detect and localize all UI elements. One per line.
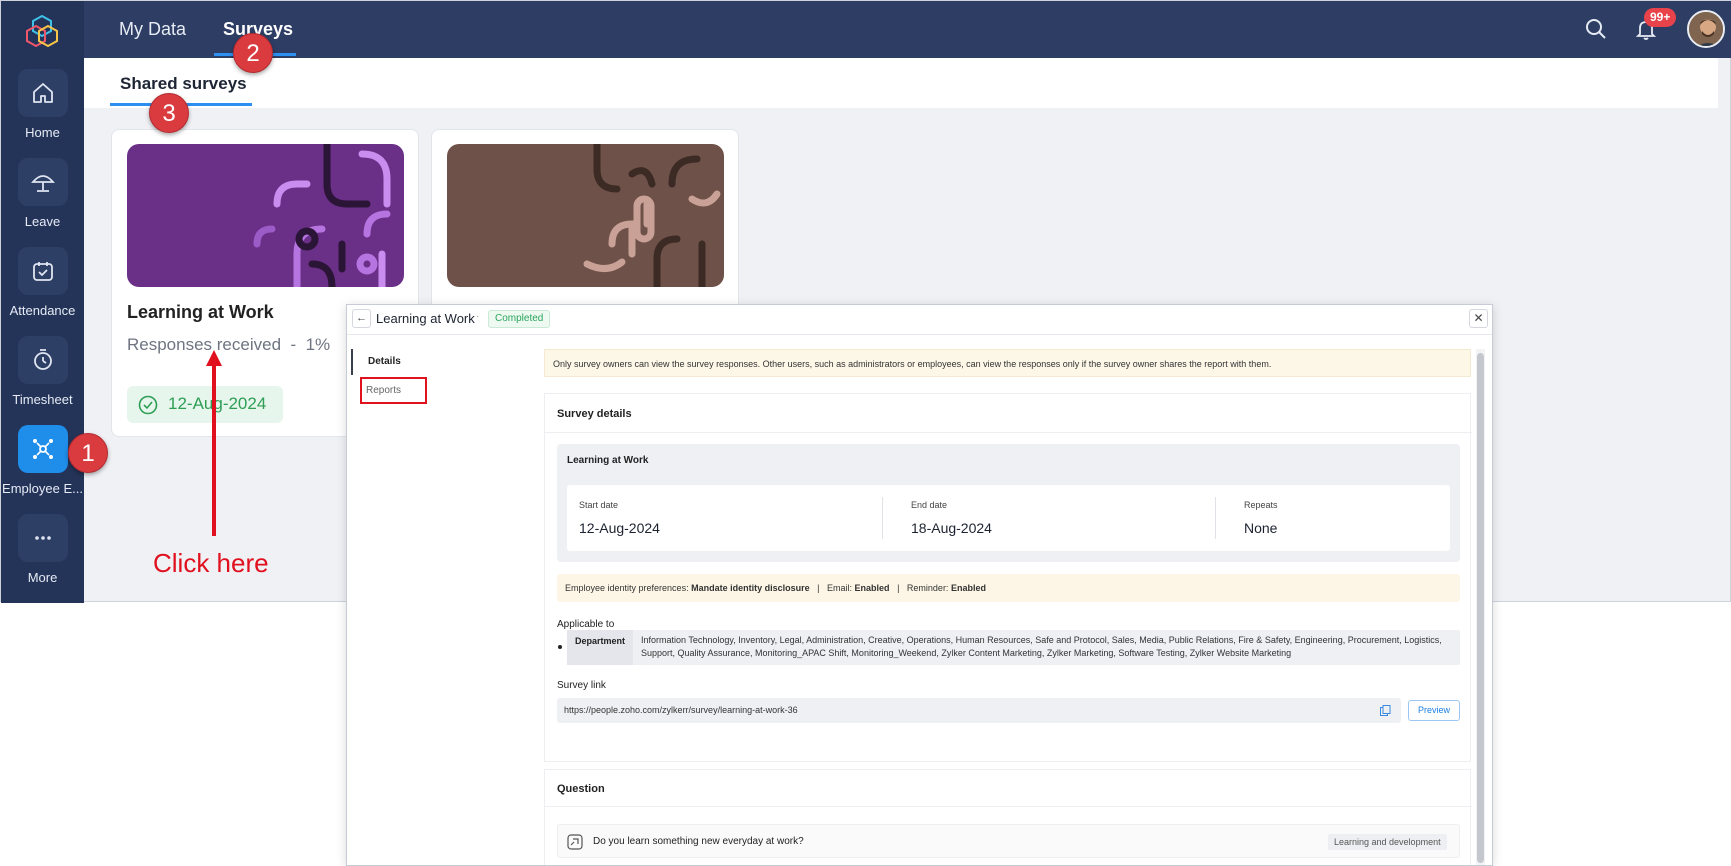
stopwatch-icon	[34, 349, 52, 370]
dialog-title: Learning at Work	[376, 311, 475, 326]
app-logo-icon[interactable]	[25, 13, 59, 47]
calendar-check-icon	[33, 262, 53, 281]
question-text: Do you learn something new everyday at w…	[593, 836, 804, 847]
engagement-icon	[33, 439, 53, 459]
umbrella-icon	[31, 175, 55, 192]
sidebar-item-home[interactable]: Home	[1, 69, 84, 153]
sidebar-item-label: Employee E...	[2, 481, 83, 496]
section-title: Survey details	[557, 408, 632, 420]
sidebar-item-label: Home	[25, 125, 60, 140]
step-marker-3: 3	[149, 93, 189, 133]
department-row: Department Information Technology, Inven…	[567, 630, 1460, 665]
start-date-label: Start date	[579, 500, 619, 510]
sidebar: Home Leave Attendance Timesheet Employee…	[1, 1, 84, 603]
notification-badge: 99+	[1644, 8, 1677, 27]
survey-link-field: https://people.zoho.com/zylkerr/survey/l…	[557, 698, 1401, 723]
sidebar-item-label: More	[27, 570, 58, 585]
department-label: Department	[567, 630, 633, 665]
step-marker-1: 1	[68, 433, 108, 473]
question-category-tag: Learning and development	[1328, 834, 1447, 850]
identity-pref-label: Employee identity preferences:	[565, 583, 689, 593]
reminder-pref-label: Reminder:	[906, 583, 949, 593]
tab-my-data[interactable]: My Data	[119, 19, 186, 40]
scrollbar-thumb[interactable]	[1477, 353, 1484, 863]
sidebar-item-employee-engagement[interactable]: Employee E...	[1, 425, 84, 509]
repeats-label: Repeats	[1244, 500, 1278, 510]
search-icon[interactable]	[1584, 17, 1608, 41]
sidebar-item-label: Attendance	[9, 303, 76, 318]
divider	[882, 497, 883, 539]
email-pref-label: Email:	[827, 583, 853, 593]
preview-button[interactable]: Preview	[1408, 700, 1460, 721]
end-date-label: End date	[911, 500, 948, 510]
avatar-photo	[1689, 12, 1723, 46]
end-date-field: End date 18-Aug-2024	[899, 485, 1193, 551]
sidebar-item-leave[interactable]: Leave	[1, 158, 84, 242]
arrow-up-icon	[206, 350, 222, 536]
question-type-icon	[567, 834, 583, 850]
pref-separator: |	[897, 583, 900, 593]
reports-highlight-box	[360, 377, 427, 404]
sidebar-item-timesheet[interactable]: Timesheet	[1, 336, 84, 420]
preferences-banner: Employee identity preferences: Mandate i…	[557, 574, 1460, 602]
dialog-header: ← Learning at Work · Completed ✕	[347, 305, 1492, 335]
pref-separator: |	[817, 583, 820, 593]
survey-details-section: Survey details Learning at Work Start da…	[544, 393, 1472, 762]
step-marker-2: 2	[233, 33, 273, 73]
click-here-label: Click here	[153, 548, 269, 578]
dialog-scrollbar[interactable]	[1476, 349, 1485, 865]
repeats-value: None	[1244, 520, 1278, 536]
divider	[545, 432, 1472, 433]
sidebar-item-label: Leave	[24, 214, 61, 229]
status-badge: Completed	[488, 310, 551, 328]
sidebar-item-more[interactable]: More	[1, 514, 84, 598]
survey-cover-image	[447, 144, 724, 287]
identity-pref-value: Mandate identity disclosure	[691, 583, 810, 593]
info-banner: Only survey owners can view the survey r…	[544, 349, 1471, 377]
more-icon	[35, 536, 51, 540]
close-button[interactable]: ✕	[1469, 309, 1488, 328]
back-button[interactable]: ←	[352, 309, 371, 328]
arrow-left-icon: ←	[356, 312, 367, 324]
check-circle-icon	[138, 395, 158, 415]
reminder-pref-value: Enabled	[950, 583, 986, 593]
stage: Home Leave Attendance Timesheet Employee…	[0, 0, 1731, 866]
question-section: Question Do you learn something new ever…	[544, 769, 1472, 865]
title-separator: ·	[476, 311, 480, 322]
survey-cover-image	[127, 144, 404, 287]
home-icon	[33, 83, 53, 103]
survey-link-url[interactable]: https://people.zoho.com/zylkerr/survey/l…	[564, 705, 798, 715]
responses-value: 1%	[305, 335, 331, 354]
question-row[interactable]: Do you learn something new everyday at w…	[557, 824, 1460, 858]
close-icon: ✕	[1473, 311, 1484, 325]
survey-title: Learning at Work	[127, 302, 274, 322]
avatar[interactable]	[1687, 10, 1725, 48]
copy-icon[interactable]	[1380, 705, 1391, 716]
applicable-to-title: Applicable to	[557, 619, 615, 630]
survey-summary-box: Learning at Work Start date 12-Aug-2024 …	[557, 444, 1460, 562]
department-list: Information Technology, Inventory, Legal…	[641, 635, 1442, 658]
end-date-value: 18-Aug-2024	[911, 520, 992, 536]
dates-card: Start date 12-Aug-2024 End date 18-Aug-2…	[567, 485, 1450, 551]
sidebar-item-attendance[interactable]: Attendance	[1, 247, 84, 331]
divider	[545, 806, 1472, 807]
sidebar-item-label: Timesheet	[12, 392, 73, 407]
top-bar: My Data Surveys 99+	[84, 1, 1731, 58]
bullet	[558, 645, 562, 649]
nav-details[interactable]: Details	[351, 349, 501, 375]
survey-name: Learning at Work	[567, 455, 649, 466]
responses-summary: Responses received - 1%	[127, 335, 330, 355]
survey-link-title: Survey link	[557, 680, 606, 691]
responses-separator: -	[281, 335, 306, 354]
sub-nav-bar: Shared surveys	[84, 58, 1718, 108]
start-date-value: 12-Aug-2024	[579, 520, 660, 536]
divider	[1215, 497, 1216, 539]
survey-details-dialog: ← Learning at Work · Completed ✕ Details…	[346, 304, 1493, 866]
email-pref-value: Enabled	[854, 583, 890, 593]
start-date-field: Start date 12-Aug-2024	[567, 485, 861, 551]
tab-shared-surveys[interactable]: Shared surveys	[120, 74, 247, 94]
section-title: Question	[557, 783, 605, 795]
repeats-field: Repeats None	[1232, 485, 1442, 551]
